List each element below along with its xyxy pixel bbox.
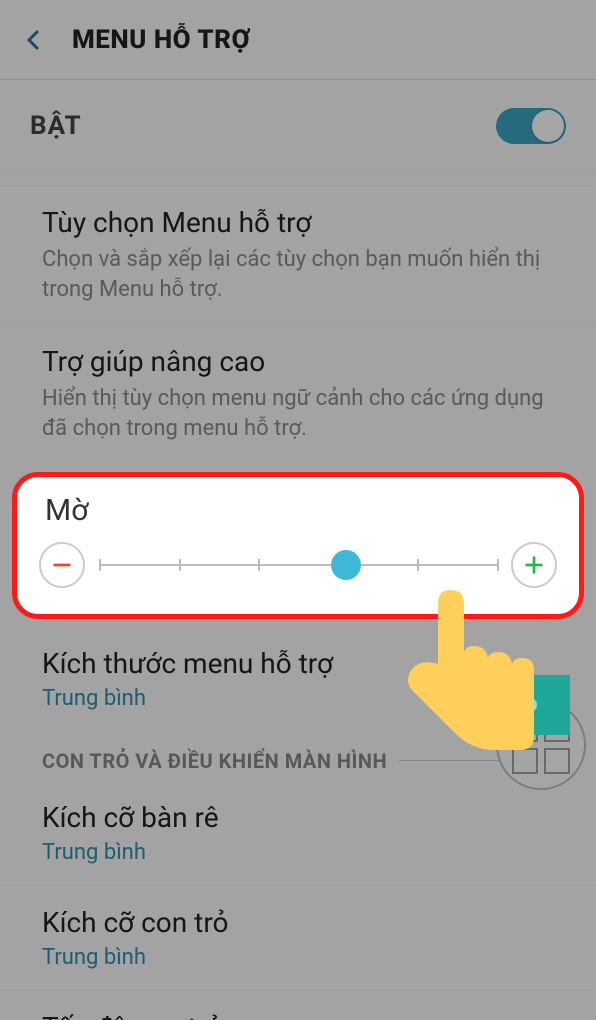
master-toggle-row[interactable]: BẬT	[0, 80, 596, 173]
page-title: MENU HỖ TRỢ	[72, 25, 250, 55]
opacity-increase-button[interactable]	[511, 542, 557, 588]
item-title: Kích thước menu hỗ trợ	[42, 647, 554, 680]
item-title: Trợ giúp nâng cao	[42, 345, 554, 378]
assistant-menu-options-row[interactable]: Tùy chọn Menu hỗ trợ Chọn và sắp xếp lại…	[0, 185, 596, 324]
item-title: Kích cỡ con trỏ	[42, 906, 554, 939]
enhanced-assist-row[interactable]: Trợ giúp nâng cao Hiển thị tùy chọn menu…	[0, 324, 596, 463]
opacity-title: Mờ	[39, 493, 557, 528]
opacity-slider-thumb[interactable]	[331, 550, 361, 580]
opacity-slider[interactable]	[99, 547, 497, 583]
item-value: Trung bình	[42, 686, 554, 711]
item-title: Kích cỡ bàn rê	[42, 801, 554, 834]
back-button[interactable]	[20, 26, 48, 54]
opacity-slider-card: Mờ	[12, 472, 584, 619]
app-header: MENU HỖ TRỢ	[0, 0, 596, 80]
pad-size-row[interactable]: Kích cỡ bàn rê Trung bình	[0, 781, 596, 885]
opacity-slider-row	[39, 542, 557, 588]
opacity-decrease-button[interactable]	[39, 542, 85, 588]
item-desc: Chọn và sắp xếp lại các tùy chọn bạn muố…	[42, 245, 554, 304]
item-title: Tùy chọn Menu hỗ trợ	[42, 206, 554, 239]
cursor-size-row[interactable]: Kích cỡ con trỏ Trung bình	[0, 885, 596, 990]
master-toggle-switch[interactable]	[496, 108, 566, 144]
master-toggle-label: BẬT	[30, 111, 82, 141]
item-value: Trung bình	[42, 840, 554, 865]
assistant-floating-button[interactable]	[496, 700, 586, 790]
item-title: Tốc độ con trỏ	[42, 1011, 554, 1020]
section-cursor-label: CON TRỎ VÀ ĐIỀU KHIỂN MÀN HÌNH	[42, 749, 387, 773]
cursor-speed-row[interactable]: Tốc độ con trỏ	[0, 990, 596, 1020]
item-value: Trung bình	[42, 945, 554, 970]
item-desc: Hiển thị tùy chọn menu ngữ cảnh cho các …	[42, 384, 554, 443]
